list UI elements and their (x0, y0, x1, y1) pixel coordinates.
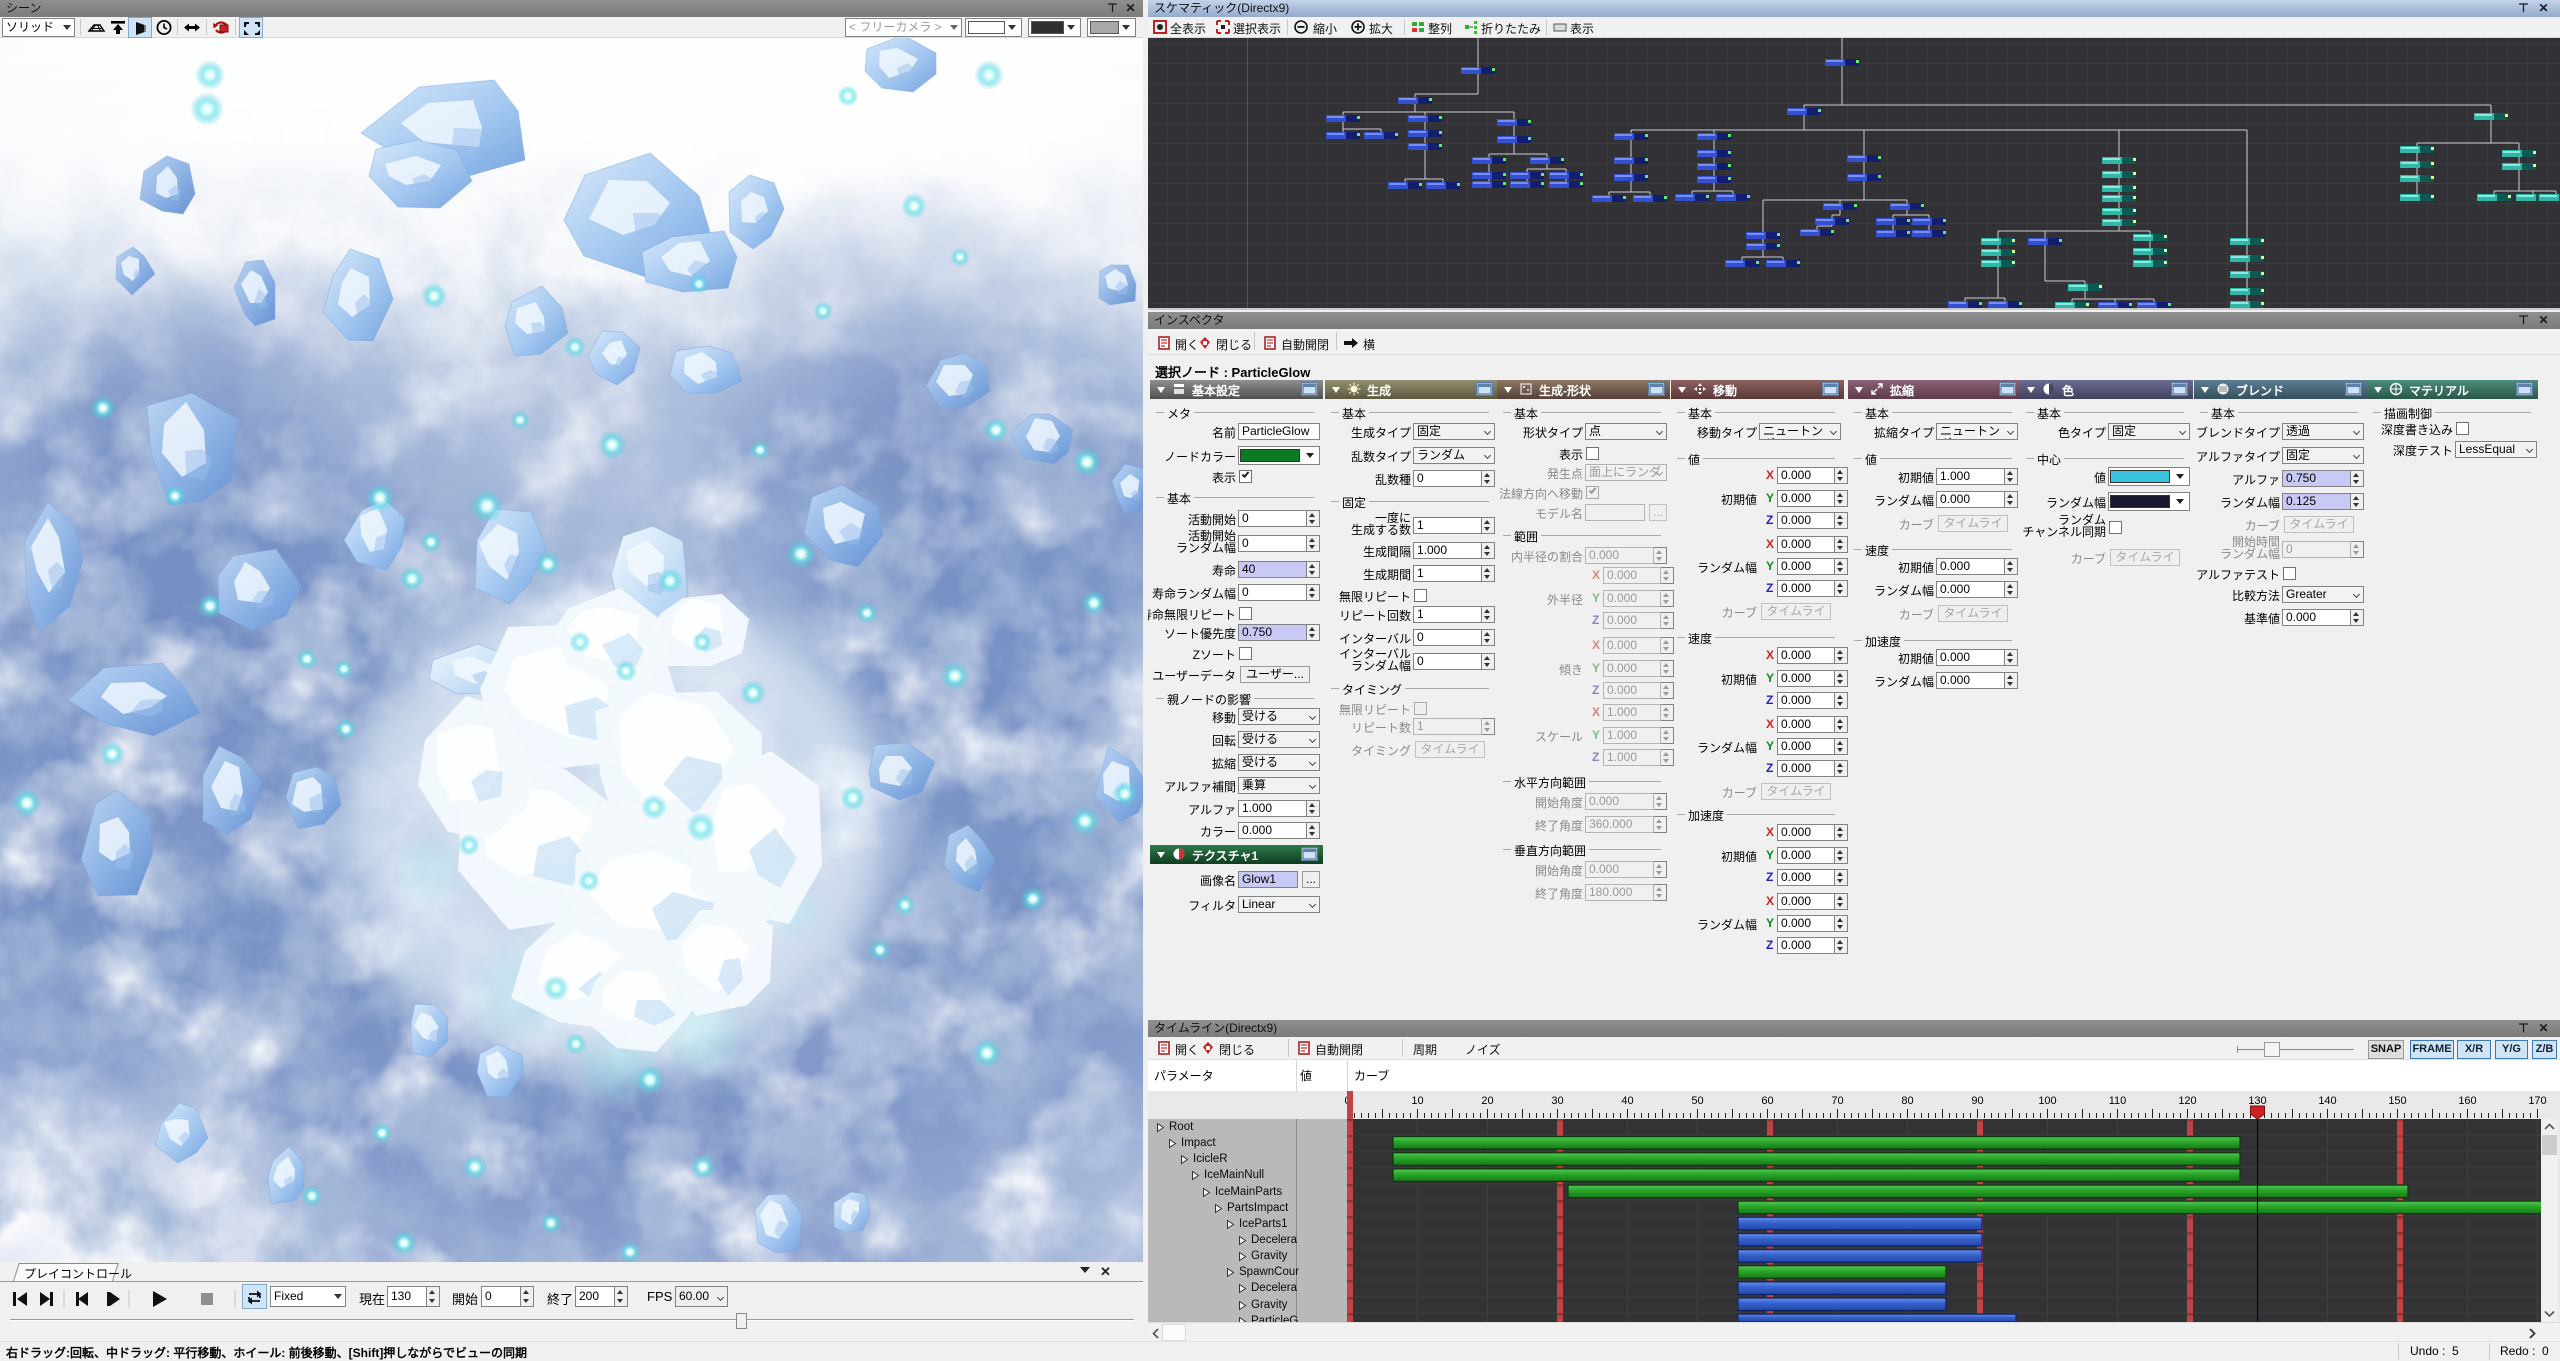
svg-text:110: 110 (2109, 1095, 2127, 1107)
svg-text:70: 70 (1831, 1095, 1843, 1107)
svg-text:170: 170 (2528, 1095, 2546, 1107)
svg-text:40: 40 (1621, 1095, 1633, 1107)
svg-text:150: 150 (2388, 1095, 2406, 1107)
svg-text:90: 90 (1971, 1095, 1983, 1107)
svg-text:10: 10 (1411, 1095, 1423, 1107)
svg-text:130: 130 (2248, 1095, 2266, 1107)
svg-text:20: 20 (1481, 1095, 1493, 1107)
svg-text:30: 30 (1551, 1095, 1563, 1107)
svg-text:60: 60 (1761, 1095, 1773, 1107)
svg-text:100: 100 (2038, 1095, 2056, 1107)
svg-text:50: 50 (1691, 1095, 1703, 1107)
svg-text:140: 140 (2318, 1095, 2336, 1107)
svg-text:160: 160 (2458, 1095, 2476, 1107)
svg-text:120: 120 (2178, 1095, 2196, 1107)
svg-text:80: 80 (1901, 1095, 1913, 1107)
